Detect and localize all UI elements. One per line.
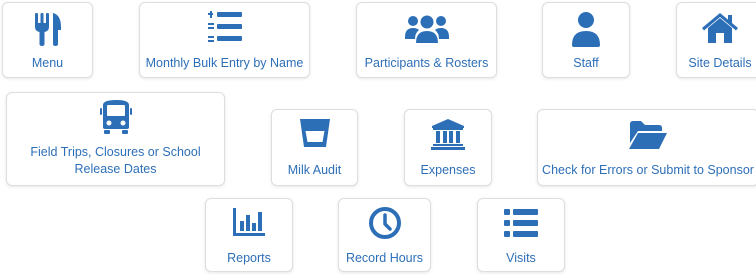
menu-label: Menu [31,56,64,70]
reports-label: Reports [227,251,271,265]
monthly-bulk-entry-tile[interactable]: Monthly Bulk Entry by Name [139,2,310,78]
menu-tile[interactable]: Menu [2,2,93,78]
bank-icon [405,118,491,150]
users-icon [357,13,496,45]
staff-tile[interactable]: Staff [542,2,630,78]
clock-icon [339,206,430,240]
glass-icon [272,118,357,148]
check-errors-submit-label: Check for Errors or Submit to Sponsor [542,163,754,177]
expenses-tile[interactable]: Expenses [404,109,492,186]
dashboard-tiles: Menu Monthly Bulk Entry by Name Particip… [0,0,756,275]
reports-tile[interactable]: Reports [205,198,293,272]
visits-tile[interactable]: Visits [477,198,565,272]
record-hours-tile[interactable]: Record Hours [338,198,431,272]
milk-audit-label: Milk Audit [287,163,342,177]
visits-label: Visits [506,251,536,265]
check-errors-submit-tile[interactable]: Check for Errors or Submit to Sponsor [537,109,756,186]
participants-rosters-label: Participants & Rosters [364,56,489,70]
utensils-icon [3,11,92,47]
record-hours-label: Record Hours [345,251,424,265]
site-details-label: Site Details [688,56,752,70]
user-icon [543,11,629,47]
home-icon [677,12,756,44]
numbered-list-icon [140,11,309,43]
folder-open-icon [538,120,756,150]
monthly-bulk-entry-label: Monthly Bulk Entry by Name [145,56,304,70]
milk-audit-tile[interactable]: Milk Audit [271,109,358,186]
staff-label: Staff [573,56,599,70]
field-trips-label: Field Trips, Closures or School Release … [30,145,201,176]
site-details-tile[interactable]: Site Details [676,2,756,78]
participants-rosters-tile[interactable]: Participants & Rosters [356,2,497,78]
expenses-label: Expenses [420,163,476,177]
field-trips-tile[interactable]: Field Trips, Closures or School Release … [6,92,225,186]
bar-chart-icon [206,207,292,237]
bus-icon [7,99,224,135]
list-icon [478,208,564,238]
